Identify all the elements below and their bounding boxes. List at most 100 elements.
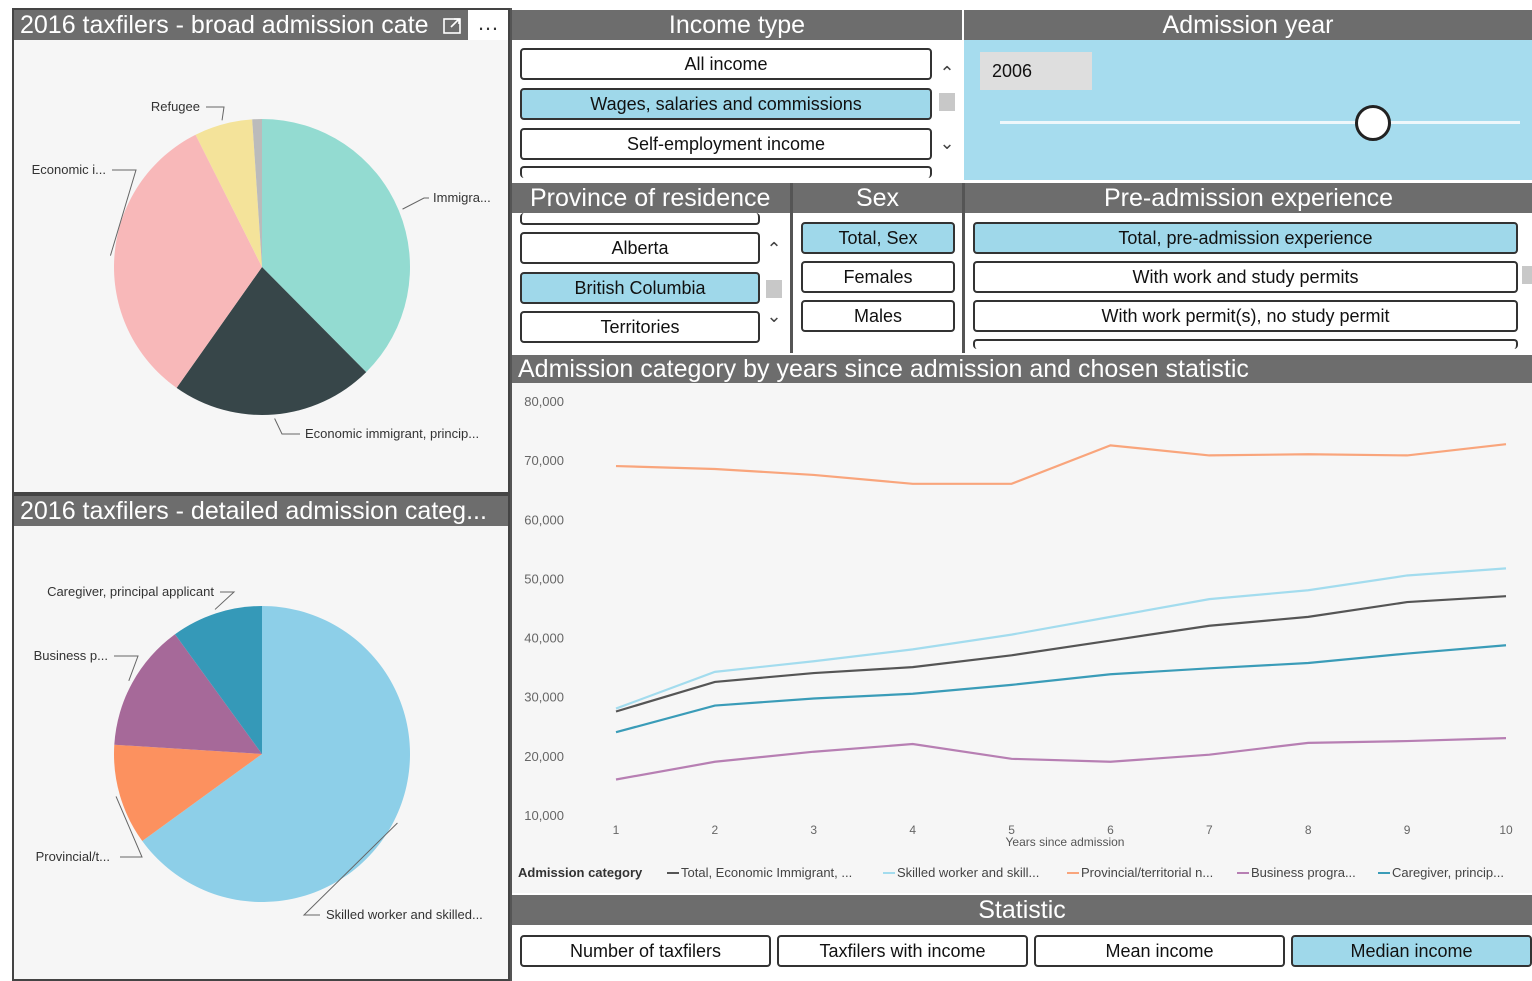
statistic-option-with-income[interactable]: Taxfilers with income [777, 935, 1028, 967]
x-axis-title: Years since admission [1006, 835, 1125, 849]
broad-pie-title: 2016 taxfilers - broad admission cate [14, 10, 508, 40]
sex-header: Sex [793, 183, 962, 213]
statistic-header: Statistic [512, 895, 1532, 925]
line-chart-title: Admission category by years since admiss… [518, 355, 1249, 383]
pie-label: Refugee [151, 99, 200, 114]
pre-admission-option-total[interactable]: Total, pre-admission experience [973, 222, 1518, 254]
pie-label: Business p... [34, 648, 108, 663]
income-option-partial[interactable] [520, 166, 932, 178]
pre-admission-scrollbar-thumb[interactable] [1522, 266, 1532, 284]
sex-option-total[interactable]: Total, Sex [801, 222, 955, 254]
admission-year-slider-track[interactable] [1000, 121, 1520, 124]
pre-admission-option-work-only[interactable]: With work permit(s), no study permit [973, 300, 1518, 332]
x-tick-label: 4 [909, 823, 916, 837]
province-option-british-columbia[interactable]: British Columbia [520, 272, 760, 304]
income-type-title: Income type [668, 11, 806, 39]
ellipsis-glyph: … [477, 10, 499, 35]
province-option-partial[interactable] [520, 213, 760, 225]
sex-option-females[interactable]: Females [801, 261, 955, 293]
province-scrollbar-thumb[interactable] [766, 280, 782, 298]
x-tick-label: 7 [1206, 823, 1213, 837]
pie-label: Economic immigrant, princip... [305, 426, 479, 441]
statistic-option-label: Taxfilers with income [819, 941, 986, 961]
province-option-label: Territories [600, 317, 680, 337]
x-tick-label: 2 [712, 823, 719, 837]
legend-label: Total, Economic Immigrant, ... [681, 865, 852, 880]
x-tick-label: 1 [613, 823, 620, 837]
pie-label: Immigra... [433, 190, 491, 205]
admission-year-slider-handle[interactable] [1355, 105, 1391, 141]
province-option-territories[interactable]: Territories [520, 311, 760, 343]
sex-option-label: Males [853, 306, 902, 326]
y-tick-label: 70,000 [524, 453, 564, 468]
admission-year-title: Admission year [1162, 11, 1334, 39]
x-tick-label: 9 [1404, 823, 1411, 837]
y-tick-label: 40,000 [524, 631, 564, 646]
pie-leader-line [402, 197, 429, 210]
pre-admission-header: Pre-admission experience [965, 183, 1532, 213]
series-line [615, 595, 1507, 713]
income-scroll-down-icon[interactable]: ⌄ [936, 132, 958, 154]
pre-admission-option-work-study[interactable]: With work and study permits [973, 261, 1518, 293]
y-tick-label: 20,000 [524, 749, 564, 764]
sex-option-males[interactable]: Males [801, 300, 955, 332]
line-chart-header: Admission category by years since admiss… [512, 355, 1532, 383]
series-line [615, 443, 1507, 485]
legend-label: Caregiver, princip... [1392, 865, 1504, 880]
series-line [615, 567, 1507, 710]
pie-label: Skilled worker and skilled... [326, 907, 483, 922]
legend-label: Provincial/territorial n... [1081, 865, 1213, 880]
admission-year-input[interactable]: 2006 [980, 52, 1092, 90]
province-scroll-down-icon[interactable]: ⌄ [763, 305, 785, 327]
x-tick-label: 3 [810, 823, 817, 837]
statistic-option-label: Number of taxfilers [569, 941, 722, 961]
admission-year-header: Admission year [964, 10, 1532, 40]
pre-admission-option-partial[interactable] [973, 339, 1518, 349]
pre-admission-title: Pre-admission experience [1103, 184, 1394, 212]
series-line [615, 644, 1507, 734]
statistic-option-median[interactable]: Median income [1291, 935, 1532, 967]
pie-label: Caregiver, principal applicant [47, 584, 214, 599]
sex-title: Sex [855, 184, 900, 212]
statistic-option-label: Mean income [1105, 941, 1214, 961]
income-option-all[interactable]: All income [520, 48, 932, 80]
province-scroll-up-icon[interactable]: ⌃ [763, 238, 785, 260]
pie-leader-line [206, 106, 225, 121]
pre-admission-option-label: With work and study permits [1132, 267, 1359, 287]
detailed-pie-title: 2016 taxfilers - detailed admission cate… [14, 496, 508, 526]
income-option-label: All income [684, 54, 768, 74]
pre-admission-option-label: With work permit(s), no study permit [1101, 306, 1390, 326]
sex-option-label: Females [843, 267, 913, 287]
y-tick-label: 30,000 [524, 690, 564, 705]
pie-label: Economic i... [32, 162, 106, 177]
statistic-option-mean[interactable]: Mean income [1034, 935, 1285, 967]
x-tick-label: 8 [1305, 823, 1312, 837]
statistic-title: Statistic [978, 896, 1066, 924]
legend-title: Admission category [518, 865, 643, 880]
income-scrollbar-thumb[interactable] [939, 93, 955, 111]
income-option-label: Wages, salaries and commissions [590, 94, 862, 114]
ellipsis-icon[interactable]: … [468, 10, 508, 40]
income-option-self-employment[interactable]: Self-employment income [520, 128, 932, 160]
income-scroll-up-icon[interactable]: ⌃ [936, 62, 958, 84]
broad-admission-pie-chart: Immigra... Economic immigrant, princip...… [32, 99, 491, 441]
x-tick-label: 10 [1499, 823, 1513, 837]
admission-year-value: 2006 [992, 61, 1033, 81]
focus-mode-icon[interactable] [440, 14, 466, 38]
pie-leader-line [114, 655, 139, 681]
income-option-wages[interactable]: Wages, salaries and commissions [520, 88, 932, 120]
statistic-option-label: Median income [1350, 941, 1473, 961]
pie-leader-line [274, 418, 300, 435]
sex-option-label: Total, Sex [838, 228, 918, 248]
income-type-header: Income type [512, 10, 962, 40]
y-tick-label: 60,000 [524, 512, 564, 527]
pie-leader-line [214, 591, 236, 610]
province-title: Province of residence [530, 184, 771, 212]
legend-label: Business progra... [1251, 865, 1356, 880]
province-option-alberta[interactable]: Alberta [520, 232, 760, 264]
y-tick-label: 10,000 [524, 808, 564, 823]
detailed-pie-title-text: 2016 taxfilers - detailed admission cate… [20, 497, 487, 525]
y-tick-label: 80,000 [524, 394, 564, 409]
statistic-option-number[interactable]: Number of taxfilers [520, 935, 771, 967]
pie-label: Provincial/t... [36, 849, 110, 864]
